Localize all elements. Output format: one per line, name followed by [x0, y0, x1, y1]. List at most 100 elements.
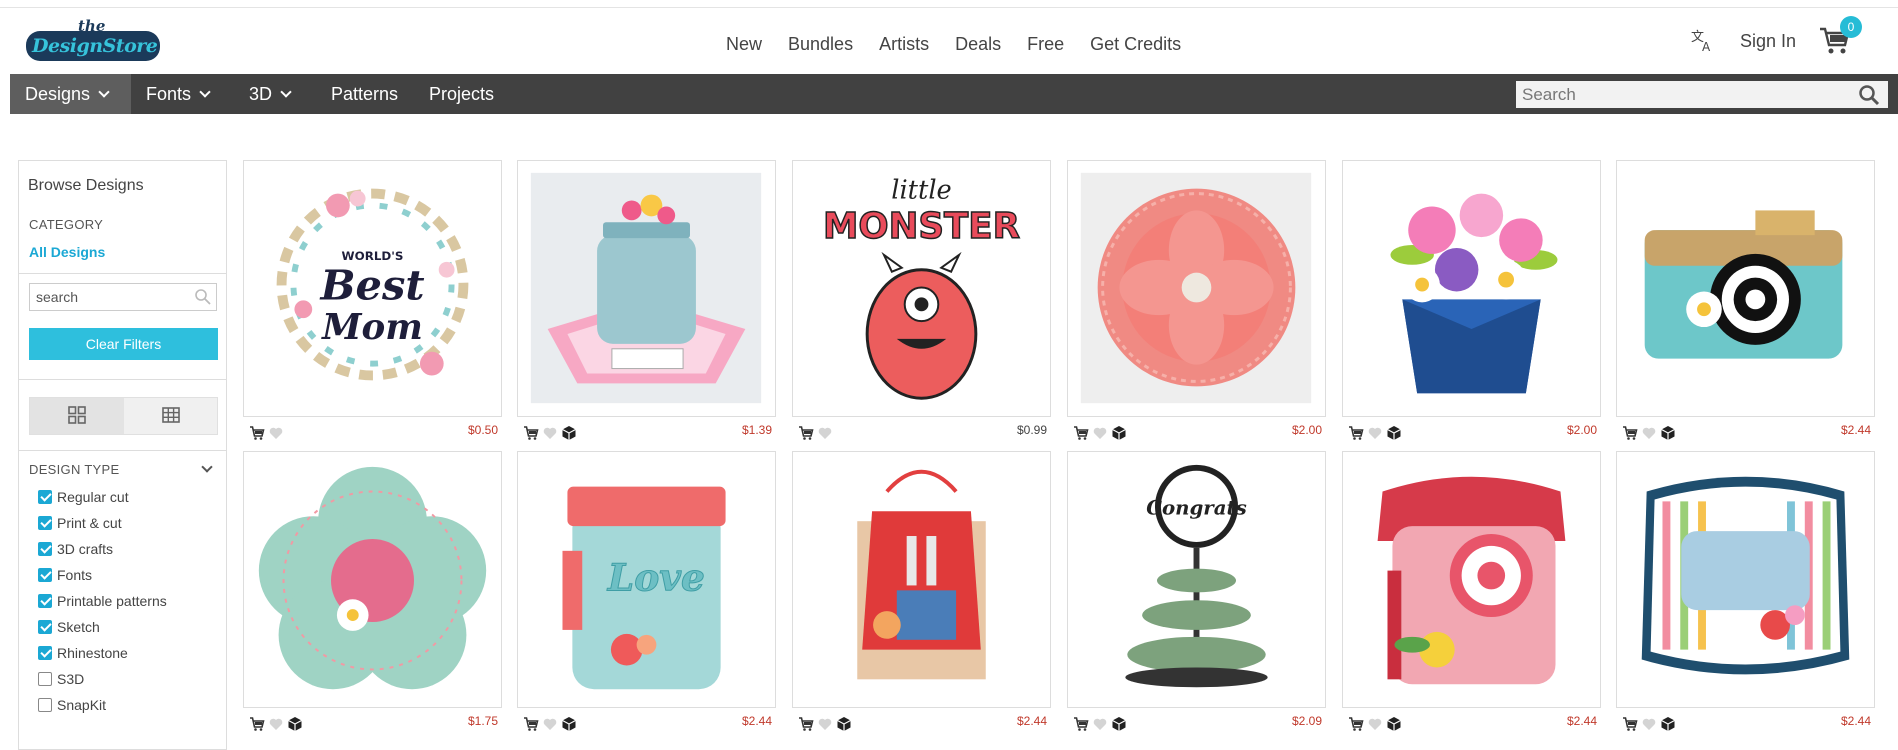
design-type-checkbox[interactable] — [38, 490, 52, 504]
site-logo[interactable]: the DesignStore — [26, 15, 160, 71]
product-price: $1.39 — [741, 423, 772, 437]
cat-fonts[interactable]: Fonts — [146, 74, 211, 114]
product-image[interactable] — [1616, 451, 1875, 708]
product-illustration: Love — [562, 486, 726, 690]
design-type-label: 3D crafts — [57, 541, 114, 557]
product-price: $0.50 — [467, 423, 498, 437]
nav-new[interactable]: New — [726, 34, 762, 55]
heart-icon[interactable] — [1641, 716, 1657, 732]
design-type-label: Regular cut — [57, 489, 129, 505]
heart-icon[interactable] — [268, 716, 284, 732]
translate-icon[interactable]: 文 A — [1690, 27, 1716, 53]
sign-in-link[interactable]: Sign In — [1740, 31, 1796, 52]
product-illustration — [1377, 476, 1566, 685]
cat-projects-label: Projects — [429, 84, 495, 104]
heart-icon[interactable] — [817, 425, 833, 441]
design-type-label: SnapKit — [57, 697, 107, 713]
add-to-cart-icon[interactable] — [798, 716, 814, 732]
3d-box-icon — [1387, 426, 1401, 440]
product-actions — [798, 716, 852, 732]
product-image[interactable] — [1342, 160, 1601, 417]
product-illustration — [1644, 210, 1843, 359]
search-input[interactable] — [1516, 81, 1836, 108]
nav-deals[interactable]: Deals — [955, 34, 1001, 55]
add-to-cart-icon[interactable] — [523, 425, 539, 441]
design-type-label: Print & cut — [57, 515, 122, 531]
nav-artists[interactable]: Artists — [879, 34, 929, 55]
product-image[interactable]: Congrats — [1067, 451, 1326, 708]
add-to-cart-icon[interactable] — [1348, 716, 1364, 732]
add-to-cart-icon[interactable] — [1073, 425, 1089, 441]
design-type-checkbox[interactable] — [38, 594, 52, 608]
main-nav: New Bundles Artists Deals Free Get Credi… — [726, 34, 1207, 55]
product-image[interactable]: WORLD'S Best Mom — [243, 160, 502, 417]
design-type-checkbox[interactable] — [38, 542, 52, 556]
product-actions — [523, 425, 577, 441]
add-to-cart-icon[interactable] — [1622, 425, 1638, 441]
category-bar: Designs Fonts 3D Patterns Projects — [10, 74, 1898, 114]
small-grid-icon — [162, 407, 180, 423]
add-to-cart-icon[interactable] — [1073, 716, 1089, 732]
3d-box-icon — [1112, 717, 1126, 731]
product-image[interactable] — [792, 451, 1051, 708]
cat-projects[interactable]: Projects — [429, 74, 494, 114]
product-image[interactable] — [1616, 160, 1875, 417]
sidebar-search-input[interactable] — [30, 284, 190, 310]
design-type-checkbox[interactable] — [38, 516, 52, 530]
cat-3d[interactable]: 3D — [249, 74, 292, 114]
clear-filters-button[interactable]: Clear Filters — [29, 328, 218, 360]
product-image[interactable] — [517, 160, 776, 417]
heart-icon[interactable] — [1092, 425, 1108, 441]
search-icon[interactable] — [194, 288, 212, 306]
heart-icon[interactable] — [1092, 716, 1108, 732]
product-actions — [1073, 716, 1127, 732]
large-grid-view-button[interactable] — [30, 398, 124, 434]
heart-icon[interactable] — [268, 425, 284, 441]
heart-icon[interactable] — [542, 425, 558, 441]
add-to-cart-icon[interactable] — [798, 425, 814, 441]
add-to-cart-icon[interactable] — [1622, 716, 1638, 732]
divider — [19, 450, 226, 451]
3d-box-icon — [288, 717, 302, 731]
heart-icon[interactable] — [817, 716, 833, 732]
product-price: $1.75 — [467, 714, 498, 728]
small-grid-view-button[interactable] — [124, 398, 218, 434]
3d-box-icon — [837, 717, 851, 731]
heart-icon[interactable] — [1367, 716, 1383, 732]
add-to-cart-icon[interactable] — [249, 716, 265, 732]
product-image[interactable]: little MONSTER — [792, 160, 1051, 417]
divider — [19, 273, 226, 274]
design-type-checkbox[interactable] — [38, 620, 52, 634]
product-image[interactable] — [243, 451, 502, 708]
nav-bundles[interactable]: Bundles — [788, 34, 853, 55]
add-to-cart-icon[interactable] — [523, 716, 539, 732]
heart-icon[interactable] — [1641, 425, 1657, 441]
product-image[interactable] — [1342, 451, 1601, 708]
design-type-checkbox[interactable] — [38, 698, 52, 712]
heart-icon[interactable] — [542, 716, 558, 732]
nav-get-credits[interactable]: Get Credits — [1090, 34, 1181, 55]
chevron-down-icon[interactable] — [201, 461, 213, 473]
3d-box-icon — [562, 717, 576, 731]
design-type-label: S3D — [57, 671, 85, 687]
design-type-checkbox[interactable] — [38, 672, 52, 686]
design-type-checkbox[interactable] — [38, 646, 52, 660]
heart-icon[interactable] — [1367, 425, 1383, 441]
sidebar-search — [29, 283, 217, 311]
large-grid-icon — [68, 406, 86, 424]
top-border — [0, 0, 1898, 8]
top-search — [1516, 81, 1888, 108]
search-icon[interactable] — [1858, 84, 1880, 106]
nav-free[interactable]: Free — [1027, 34, 1064, 55]
cat-designs[interactable]: Designs — [10, 74, 131, 114]
product-actions — [1622, 425, 1676, 441]
category-all-designs[interactable]: All Designs — [29, 244, 105, 260]
add-to-cart-icon[interactable] — [249, 425, 265, 441]
product-image[interactable]: Love — [517, 451, 776, 708]
add-to-cart-icon[interactable] — [1348, 425, 1364, 441]
product-illustration — [1641, 476, 1850, 675]
cat-patterns[interactable]: Patterns — [331, 74, 398, 114]
product-illustration: little MONSTER — [822, 176, 1021, 400]
design-type-checkbox[interactable] — [38, 568, 52, 582]
product-image[interactable] — [1067, 160, 1326, 417]
